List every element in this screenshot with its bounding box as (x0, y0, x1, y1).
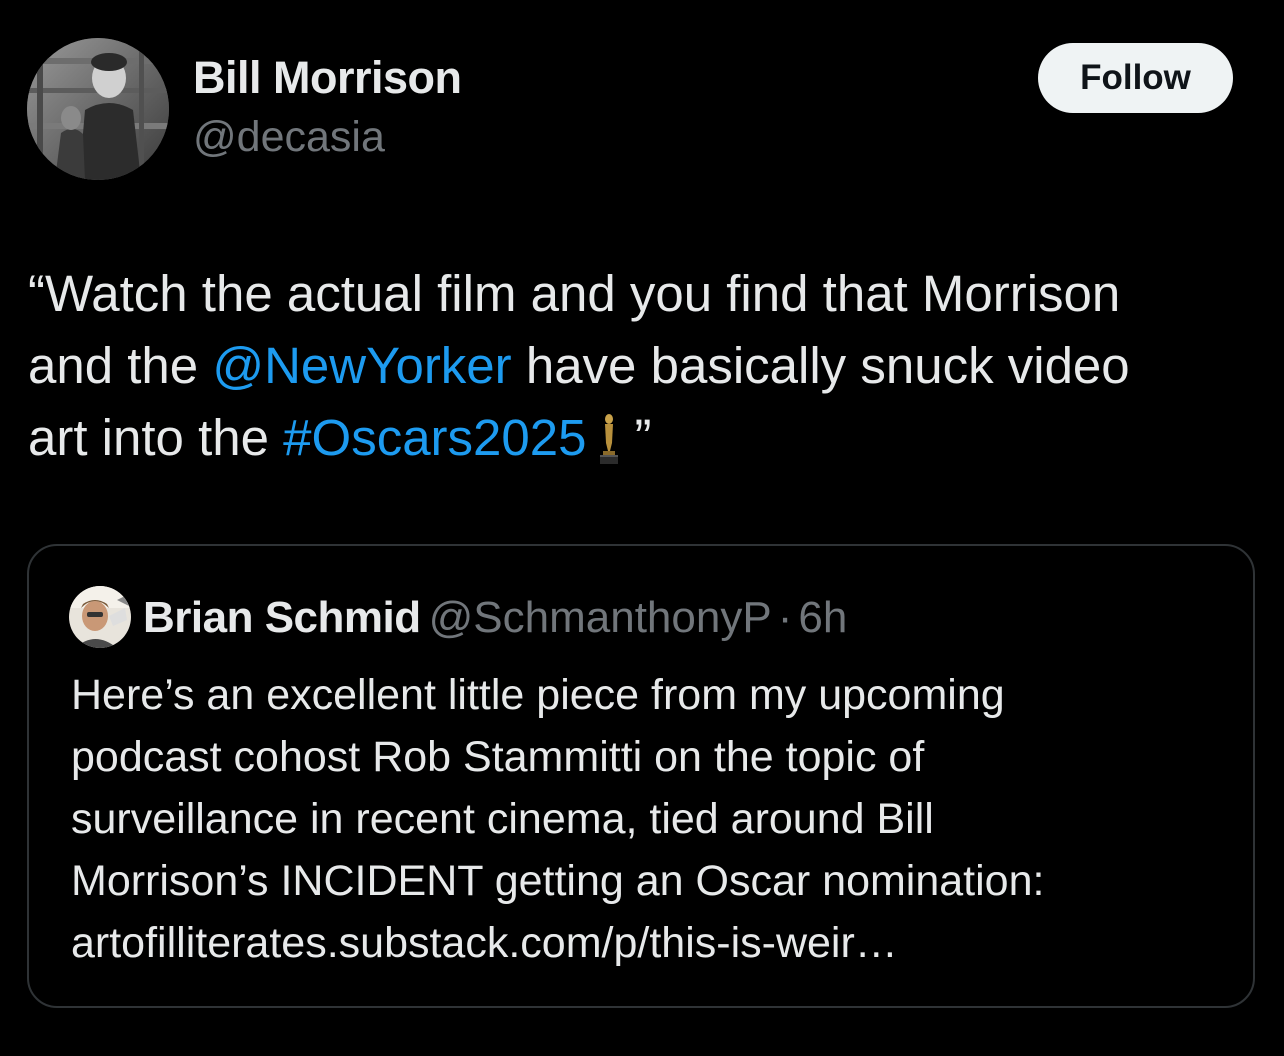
quoted-line-1: Here’s an excellent little piece from my… (71, 671, 1005, 719)
quoted-tweet-header: Brian Schmid @SchmanthonyP · 6h (143, 590, 847, 646)
quoted-link-text: artofilliterates.substack.com/p/this-is-… (71, 919, 898, 967)
quoted-author-handle[interactable]: @SchmanthonyP (429, 593, 772, 642)
author-avatar[interactable] (27, 38, 169, 180)
quoted-timestamp[interactable]: 6h (798, 593, 847, 642)
tweet-text: “Watch the actual film and you find that… (28, 258, 1258, 474)
tweet-line-2-text: and the (28, 337, 213, 394)
author-display-name[interactable]: Bill Morrison (193, 52, 462, 104)
separator-dot: · (777, 593, 793, 642)
tweet-closing-quote: ” (634, 409, 652, 466)
quoted-line-4: Morrison’s INCIDENT getting an Oscar nom… (71, 857, 1045, 905)
quoted-tweet-card[interactable]: Brian Schmid @SchmanthonyP · 6h Here’s an e… (27, 544, 1255, 1008)
tweet-line-3-text: art into the (28, 409, 284, 466)
hashtag-link[interactable]: #Oscars2025 (283, 409, 586, 466)
tweet-line-2: and the @NewYorker have basically snuck … (28, 330, 1258, 402)
quoted-author-avatar[interactable] (69, 586, 131, 648)
tweet-line-2-text-end: have basically snuck video (511, 337, 1130, 394)
quoted-profile-photo-icon (69, 586, 131, 648)
follow-button[interactable]: Follow (1038, 43, 1233, 113)
quoted-tweet-text: Here’s an excellent little piece from my… (71, 664, 1231, 974)
quoted-line-2: podcast cohost Rob Stammitti on the topi… (71, 733, 925, 781)
oscar-statuette-icon (599, 414, 618, 464)
quoted-line-3: surveillance in recent cinema, tied arou… (71, 795, 934, 843)
author-handle[interactable]: @decasia (193, 113, 385, 162)
profile-photo-icon (27, 38, 169, 180)
quoted-author-name[interactable]: Brian Schmid (143, 593, 421, 642)
mention-link[interactable]: @NewYorker (212, 337, 511, 394)
tweet-line-3: art into the #Oscars2025 ” (28, 402, 1258, 474)
tweet-line-1: “Watch the actual film and you find that… (28, 265, 1121, 322)
